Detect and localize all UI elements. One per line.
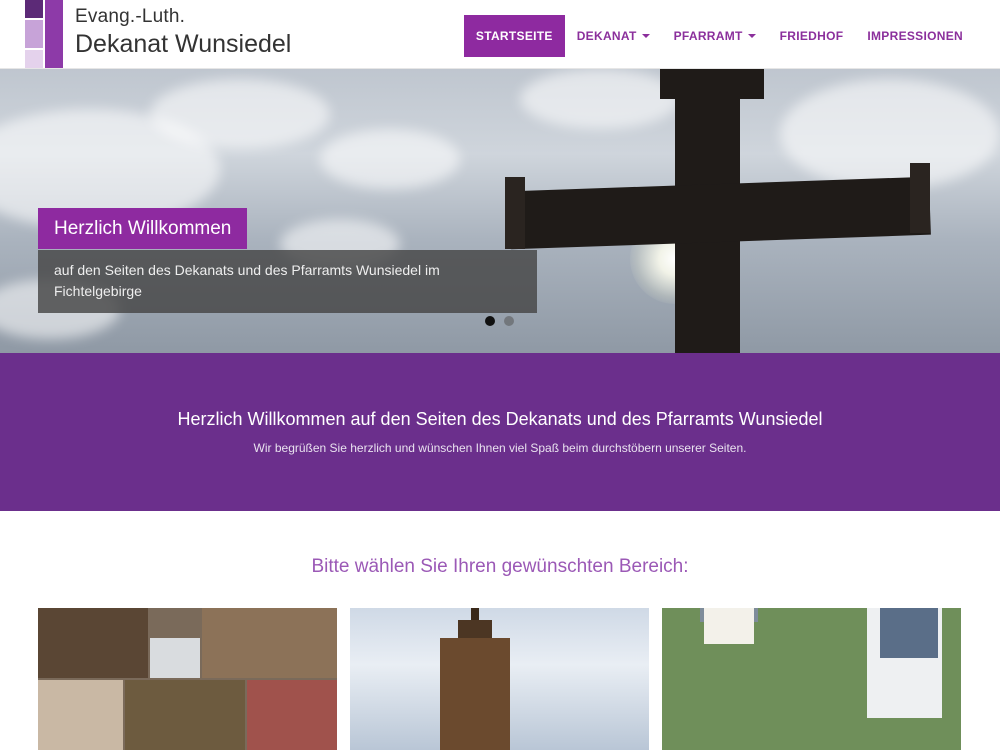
nav-item-startseite[interactable]: STARTSEITE <box>463 15 565 57</box>
site-title-line1: Evang.-Luth. <box>75 6 186 27</box>
area-card-dekanat[interactable] <box>38 608 337 750</box>
area-cards <box>38 608 961 750</box>
cross-top-beam <box>660 69 764 99</box>
site-title[interactable]: Evang.-Luth. Dekanat Wunsiedel <box>75 5 291 59</box>
church-roof <box>880 608 938 658</box>
building <box>704 608 754 644</box>
collage-tile <box>202 608 337 678</box>
area-card-pfarramt[interactable] <box>350 608 649 750</box>
collage-tile <box>247 680 337 750</box>
nav-item-label: IMPRESSIONEN <box>867 29 963 43</box>
collage-tile <box>150 638 200 678</box>
church-tower <box>440 638 510 750</box>
nav-item-friedhof[interactable]: FRIEDHOF <box>768 15 856 57</box>
nav-item-dekanat[interactable]: DEKANAT <box>565 15 662 57</box>
nav-item-impressionen[interactable]: IMPRESSIONEN <box>855 15 975 57</box>
cross-horizontal-beam <box>509 176 931 250</box>
logo-block <box>25 0 43 18</box>
area-card-friedhof[interactable] <box>662 608 961 750</box>
main-navigation: STARTSEITE DEKANAT PFARRAMT FRIEDHOF IMP… <box>463 15 975 57</box>
carousel-dot-2[interactable] <box>504 316 514 326</box>
hero-caption-text: auf den Seiten des Dekanats und des Pfar… <box>38 250 537 313</box>
nav-item-label: STARTSEITE <box>475 29 553 43</box>
caret-down-icon <box>641 34 650 38</box>
collage-tile <box>38 680 123 750</box>
welcome-banner: Herzlich Willkommen auf den Seiten des D… <box>0 353 1000 511</box>
hero-carousel[interactable]: Herzlich Willkommen auf den Seiten des D… <box>0 69 1000 353</box>
cloud-shape <box>520 69 680 129</box>
logo-block <box>45 0 63 68</box>
nav-item-pfarramt[interactable]: PFARRAMT <box>662 15 768 57</box>
nav-item-label: FRIEDHOF <box>779 29 844 43</box>
nav-item-label: DEKANAT <box>576 29 637 43</box>
cloud-shape <box>150 79 330 149</box>
welcome-heading: Herzlich Willkommen auf den Seiten des D… <box>177 409 823 429</box>
site-title-line2: Dekanat Wunsiedel <box>75 30 292 58</box>
site-logo[interactable] <box>25 0 65 68</box>
cross-right-cap <box>910 163 930 233</box>
collage-tile <box>125 680 245 750</box>
cloud-shape <box>320 129 460 189</box>
carousel-dot-1[interactable] <box>485 316 495 326</box>
logo-block <box>25 50 43 68</box>
cloud-shape <box>780 79 1000 189</box>
section-title: Bitte wählen Sie Ihren gewünschten Berei… <box>311 556 689 577</box>
nav-item-label: PFARRAMT <box>673 29 743 43</box>
collage-tile <box>38 608 148 678</box>
welcome-subtext: Wir begrüßen Sie herzlich und wünschen I… <box>253 441 747 455</box>
site-header: Evang.-Luth. Dekanat Wunsiedel STARTSEIT… <box>0 0 1000 69</box>
logo-block <box>25 20 43 48</box>
carousel-indicators <box>485 316 514 326</box>
caret-down-icon <box>747 34 756 38</box>
hero-caption-title: Herzlich Willkommen <box>38 208 248 249</box>
cross-left-cap <box>505 177 525 249</box>
